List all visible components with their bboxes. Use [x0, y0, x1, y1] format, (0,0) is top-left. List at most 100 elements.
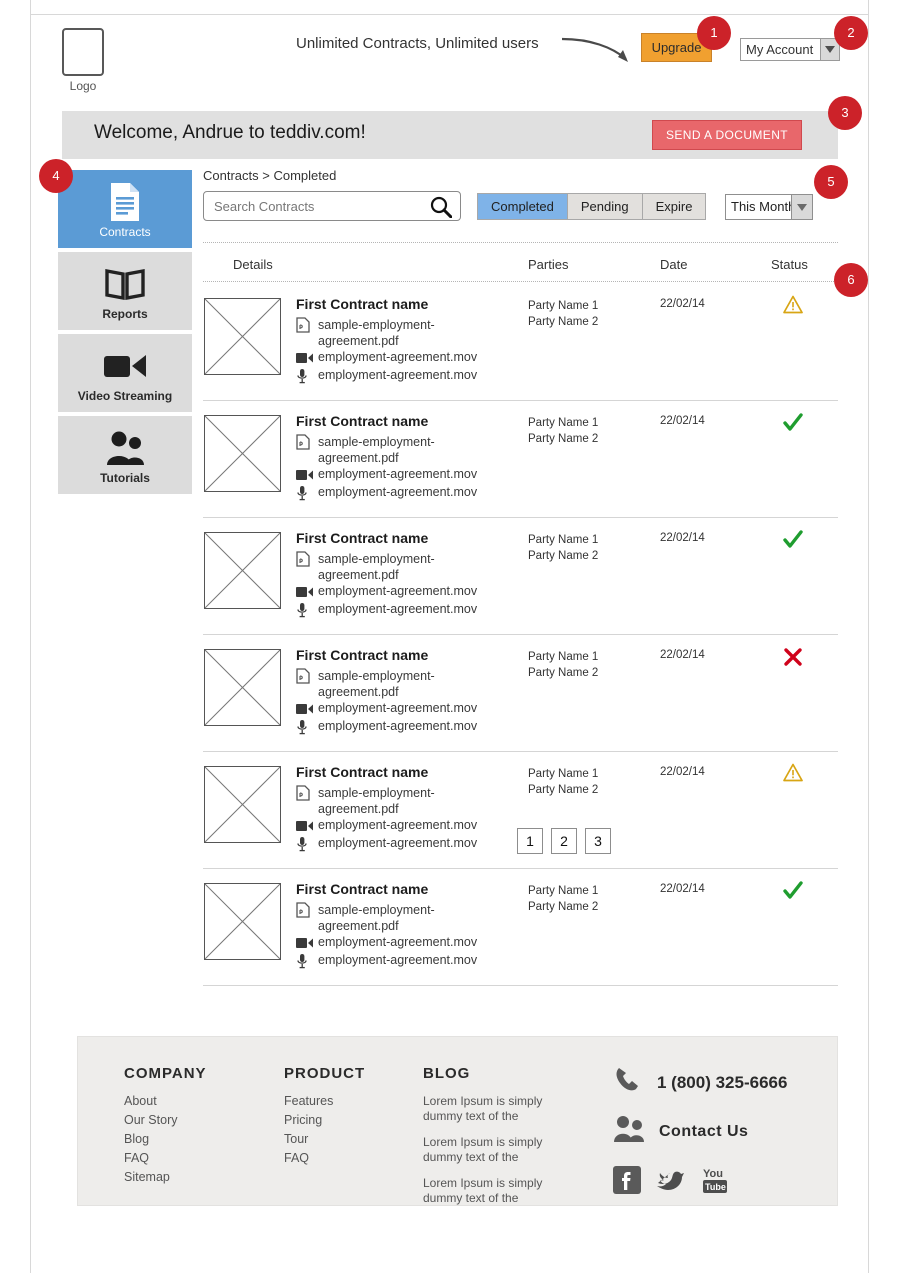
sidebar-nav: Contracts Reports Video Streaming Tutori… [58, 170, 192, 498]
table-row[interactable]: First Contract name sample-employment-agr… [203, 635, 838, 752]
annotation-badge-1: 1 [697, 16, 731, 50]
attachment-video[interactable]: employment-agreement.mov [296, 350, 477, 364]
column-header-date: Date [660, 257, 688, 272]
contract-name[interactable]: First Contract name [296, 530, 428, 546]
attachment-video-label: employment-agreement.mov [318, 701, 478, 715]
phone-icon [613, 1065, 643, 1100]
contract-date: 22/02/14 [660, 649, 705, 661]
attachment-pdf[interactable]: sample-employment-agreement.pdf [296, 434, 446, 466]
footer-phone[interactable]: 1 (800) 325-6666 [613, 1065, 787, 1100]
contract-thumbnail[interactable] [204, 415, 281, 492]
table-column-headers: Details Parties Date Status [203, 252, 838, 282]
table-row[interactable]: First Contract name sample-employment-agr… [203, 869, 838, 986]
contract-date: 22/02/14 [660, 883, 705, 895]
search-input[interactable]: Search Contracts [203, 191, 461, 221]
sidebar-item-contracts[interactable]: Contracts [58, 170, 192, 248]
attachment-video[interactable]: employment-agreement.mov [296, 935, 477, 949]
book-icon [58, 264, 192, 304]
contract-date: 22/02/14 [660, 415, 705, 427]
attachment-audio[interactable]: employment-agreement.mov [296, 602, 477, 618]
contract-thumbnail[interactable] [204, 883, 281, 960]
search-placeholder: Search Contracts [214, 199, 315, 214]
footer-link[interactable]: Features [284, 1094, 365, 1108]
attachment-audio[interactable]: employment-agreement.mov [296, 953, 477, 969]
attachment-pdf-label: sample-employment-agreement.pdf [318, 669, 435, 699]
microphone-icon [296, 602, 308, 621]
period-dropdown[interactable]: This Month [725, 194, 813, 220]
footer-blog-post[interactable]: Lorem Ipsum is simply dummy text of the [423, 1135, 563, 1165]
attachment-pdf[interactable]: sample-employment-agreement.pdf [296, 785, 446, 817]
contract-name[interactable]: First Contract name [296, 647, 428, 663]
svg-text:You: You [703, 1168, 723, 1180]
attachment-pdf[interactable]: sample-employment-agreement.pdf [296, 317, 446, 349]
video-camera-icon [58, 346, 192, 386]
contract-name[interactable]: First Contract name [296, 413, 428, 429]
footer-link[interactable]: About [124, 1094, 207, 1108]
curved-arrow-icon [561, 37, 628, 62]
sidebar-item-tutorials[interactable]: Tutorials [58, 416, 192, 494]
attachment-video[interactable]: employment-agreement.mov [296, 701, 477, 715]
attachment-pdf[interactable]: sample-employment-agreement.pdf [296, 551, 446, 583]
youtube-icon[interactable]: You Tube [699, 1165, 731, 1200]
footer-contact-us[interactable]: Contact Us [613, 1115, 748, 1148]
attachment-video[interactable]: employment-agreement.mov [296, 584, 477, 598]
sidebar-item-video-streaming[interactable]: Video Streaming [58, 334, 192, 412]
logo-placeholder[interactable] [62, 28, 104, 76]
tab-completed[interactable]: Completed [477, 193, 568, 220]
twitter-icon[interactable] [655, 1167, 685, 1198]
status-badge [778, 763, 808, 787]
chevron-down-icon[interactable] [791, 195, 812, 219]
tab-pending[interactable]: Pending [567, 193, 643, 220]
contract-parties: Party Name 1 Party Name 2 [528, 768, 599, 796]
footer-link[interactable]: Pricing [284, 1113, 365, 1127]
attachment-audio[interactable]: employment-agreement.mov [296, 719, 477, 735]
attachment-audio[interactable]: employment-agreement.mov [296, 836, 477, 852]
my-account-dropdown[interactable]: My Account [740, 38, 840, 61]
footer-social-links: You Tube [613, 1165, 731, 1200]
table-row[interactable]: First Contract name sample-employment-agr… [203, 518, 838, 635]
microphone-icon [296, 368, 308, 387]
contract-thumbnail[interactable] [204, 532, 281, 609]
footer-link[interactable]: Our Story [124, 1113, 207, 1127]
attachment-audio[interactable]: employment-agreement.mov [296, 368, 477, 384]
footer-link[interactable]: Tour [284, 1132, 365, 1146]
video-file-icon [296, 820, 313, 835]
contract-name[interactable]: First Contract name [296, 881, 428, 897]
footer-blog-post[interactable]: Lorem Ipsum is simply dummy text of the [423, 1094, 563, 1124]
pagination-page-3[interactable]: 3 [585, 828, 611, 854]
footer-link[interactable]: FAQ [284, 1151, 365, 1165]
footer-link[interactable]: Blog [124, 1132, 207, 1146]
pagination-page-2[interactable]: 2 [551, 828, 577, 854]
page-frame-top-border [30, 14, 869, 15]
attachment-pdf[interactable]: sample-employment-agreement.pdf [296, 668, 446, 700]
attachment-pdf[interactable]: sample-employment-agreement.pdf [296, 902, 446, 934]
contract-thumbnail[interactable] [204, 766, 281, 843]
main-content: Contracts > Completed Search Contracts C… [203, 168, 838, 986]
footer-column-blog: BLOG Lorem Ipsum is simply dummy text of… [423, 1065, 563, 1217]
pagination-page-1[interactable]: 1 [517, 828, 543, 854]
contract-name[interactable]: First Contract name [296, 296, 428, 312]
facebook-icon[interactable] [613, 1166, 641, 1199]
table-row[interactable]: First Contract name sample-employment-agr… [203, 284, 838, 401]
tab-expire[interactable]: Expire [642, 193, 707, 220]
footer-link[interactable]: FAQ [124, 1151, 207, 1165]
send-a-document-button[interactable]: SEND A DOCUMENT [652, 120, 802, 150]
attachment-audio[interactable]: employment-agreement.mov [296, 485, 477, 501]
attachment-video[interactable]: employment-agreement.mov [296, 467, 477, 481]
sidebar-item-reports[interactable]: Reports [58, 252, 192, 330]
table-row[interactable]: First Contract name sample-employment-agr… [203, 401, 838, 518]
document-icon [58, 182, 192, 222]
footer-link[interactable]: Sitemap [124, 1170, 207, 1184]
contract-parties: Party Name 1 Party Name 2 [528, 534, 599, 562]
contract-thumbnail[interactable] [204, 649, 281, 726]
period-selected-label: This Month [731, 199, 796, 214]
annotation-badge-6: 6 [834, 263, 868, 297]
footer-blog-title: BLOG [423, 1065, 471, 1082]
footer-blog-post[interactable]: Lorem Ipsum is simply dummy text of the [423, 1176, 563, 1206]
contract-name[interactable]: First Contract name [296, 764, 428, 780]
attachment-video[interactable]: employment-agreement.mov [296, 818, 477, 832]
contract-date: 22/02/14 [660, 298, 705, 310]
search-icon[interactable] [430, 196, 453, 223]
contract-thumbnail[interactable] [204, 298, 281, 375]
attachment-video-label: employment-agreement.mov [318, 818, 478, 832]
